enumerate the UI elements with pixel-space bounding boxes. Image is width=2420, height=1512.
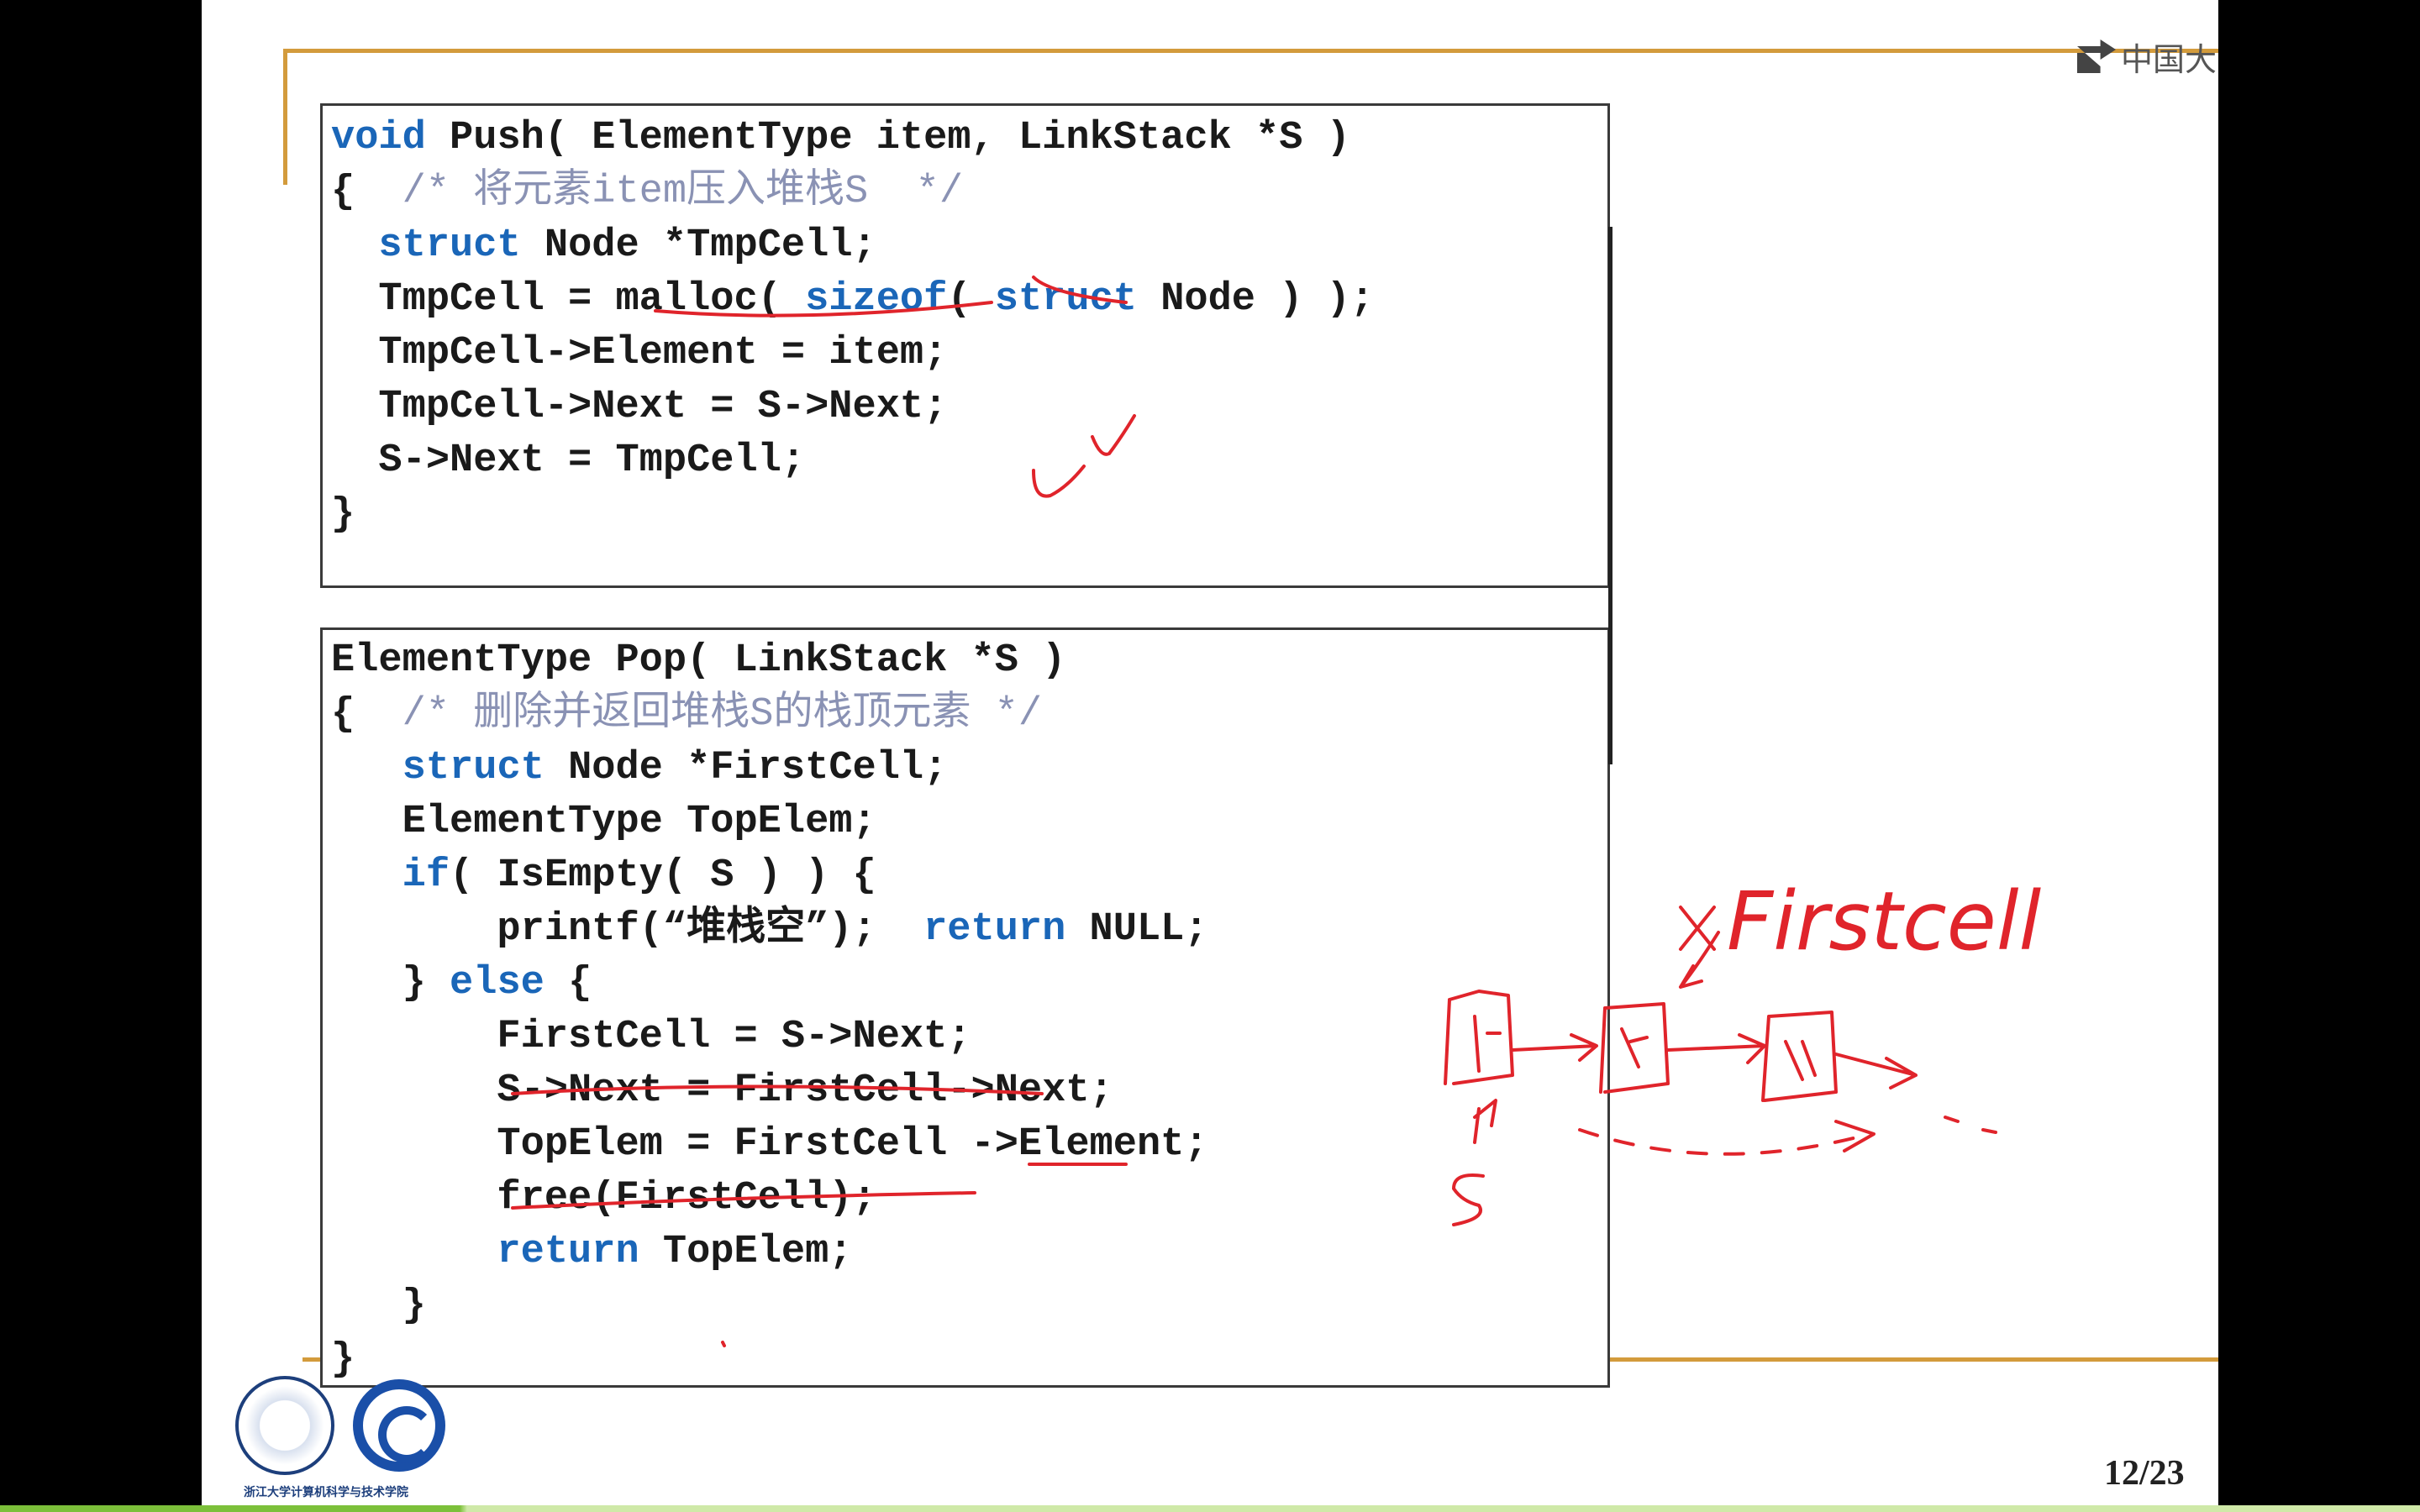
slide: 中国大 void Push( ElementType item, LinkSta… — [202, 0, 2218, 1505]
dashed-bypass-arrow — [1578, 1128, 1871, 1156]
code-line: ElementType Pop( LinkStack *S ) — [331, 638, 1066, 683]
trailing-dash — [1944, 1116, 1997, 1134]
code-line: void Push( ElementType item, LinkStack *… — [331, 116, 1350, 160]
arrow-3 — [1834, 1053, 1918, 1089]
pointer-arrow — [1679, 931, 1720, 989]
code-line: } else { — [331, 961, 592, 1005]
code-line: { /* 删除并返回堆栈S的栈顶元素 */ — [331, 692, 1043, 737]
video-progress-bar[interactable] — [0, 1505, 2420, 1512]
page-number: 12/23 — [2104, 1454, 2185, 1493]
code-line: } — [331, 1284, 426, 1328]
code-line: TopElem = FirstCell ->Element; — [331, 1122, 1208, 1167]
brand-header: 中国大 — [2077, 35, 2217, 78]
node-box-third — [1784, 1040, 1817, 1081]
node-box-third — [1761, 1011, 1838, 1102]
push-code-box: void Push( ElementType item, LinkStack *… — [320, 103, 1610, 588]
arrow-2 — [1666, 1033, 1766, 1064]
code-line: FirstCell = S->Next; — [331, 1015, 971, 1059]
code-line: } — [331, 492, 355, 537]
code-line: struct Node *TmpCell; — [378, 223, 876, 268]
brand-text: 中国大 — [2121, 42, 2217, 78]
code-line: TmpCell->Element = item; — [331, 331, 948, 375]
code-line: return TopElem; — [497, 1230, 853, 1274]
code-line: ElementType TopElem; — [331, 800, 876, 844]
course-logo-icon — [2077, 39, 2116, 73]
handwritten-label: Firstcell — [1727, 874, 2042, 969]
code-line: free(FirstCell); — [331, 1176, 876, 1221]
code-line: printf(“堆栈空”); return NULL; — [331, 907, 1208, 952]
divider — [1608, 227, 1612, 764]
code-line: struct Node *FirstCell; — [402, 746, 948, 790]
code-line: S->Next = FirstCell->Next; — [331, 1068, 1113, 1113]
footer-caption: 浙江大学计算机科学与技术学院 — [244, 1485, 408, 1499]
university-seal-icon — [235, 1376, 334, 1475]
code-line: TmpCell->Next = S->Next; — [331, 385, 948, 429]
node-box-first — [1620, 1027, 1649, 1068]
footer-logos: 浙江大学计算机科学与技术学院 — [235, 1376, 454, 1502]
x-mark — [1679, 906, 1716, 951]
node-box-first — [1599, 1002, 1670, 1094]
push-sig: Push( ElementType item, LinkStack *S ) — [450, 116, 1350, 160]
left-rule — [283, 49, 287, 185]
code-line: S->Next = TmpCell; — [331, 438, 806, 483]
top-rule — [283, 49, 2218, 53]
code-line: { /* 将元素item压入堆栈S */ — [331, 170, 964, 214]
code-line: TmpCell = malloc( sizeof( struct Node ) … — [331, 277, 1375, 322]
code-line: if( IsEmpty( S ) ) { — [402, 853, 876, 898]
pop-code-box: ElementType Pop( LinkStack *S ) { /* 删除并… — [320, 627, 1610, 1388]
dashed-bypass-arrow — [1834, 1120, 1876, 1152]
college-logo-icon — [353, 1379, 445, 1472]
